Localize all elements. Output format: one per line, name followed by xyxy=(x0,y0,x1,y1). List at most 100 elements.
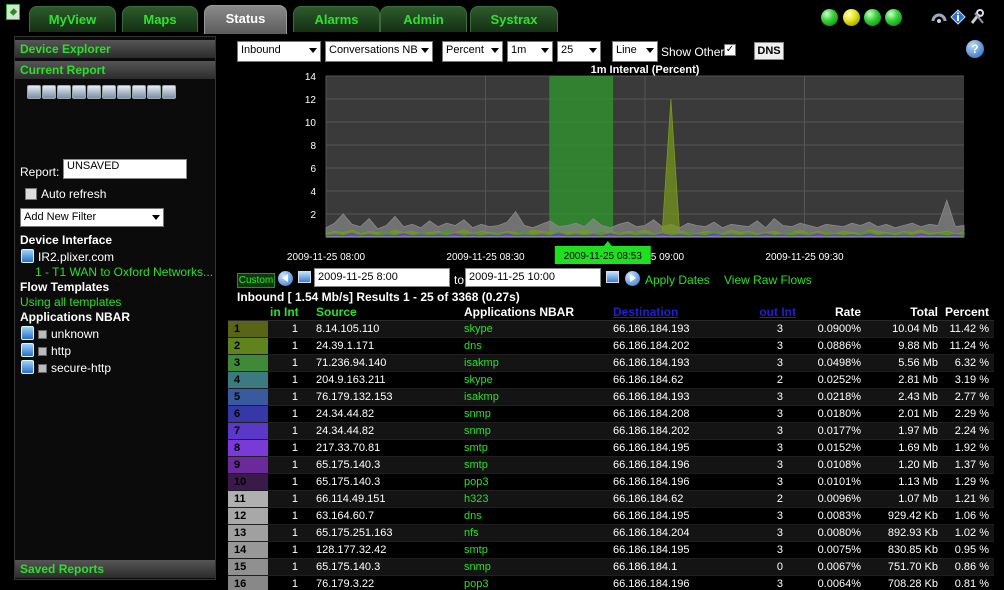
table-row[interactable]: 1 1 8.14.105.110 skype 66.186.184.193 3 0.0900… xyxy=(228,321,994,338)
help-icon[interactable]: ? xyxy=(966,40,984,58)
status-led-4-icon[interactable] xyxy=(885,9,902,26)
next-arrow-icon[interactable] xyxy=(625,271,640,286)
table-row[interactable]: 4 1 204.9.163.211 skype 66.186.184.62 2 0.0252… xyxy=(228,372,994,389)
cell-destination[interactable]: 66.186.184.208 xyxy=(613,406,689,423)
table-row[interactable]: 13 1 65.175.251.163 nfs 66.186.184.204 3 0.008… xyxy=(228,525,994,542)
cell-app[interactable]: nfs xyxy=(464,525,479,542)
table-row[interactable]: 7 1 24.34.44.82 snmp 66.186.184.202 3 0.0177% 1… xyxy=(228,423,994,440)
cell-app[interactable]: pop3 xyxy=(464,576,488,590)
cell-source[interactable]: 63.164.60.7 xyxy=(316,508,374,525)
device-explorer-header[interactable]: Device Explorer xyxy=(15,40,215,58)
tab-status[interactable]: Status xyxy=(204,5,287,34)
auto-refresh-checkbox[interactable] xyxy=(25,188,37,200)
cell-app[interactable]: smtp xyxy=(464,457,488,474)
dns-button[interactable]: DNS xyxy=(754,42,784,60)
table-row[interactable]: 14 1 128.177.32.42 smtp 66.186.184.195 3 0.007… xyxy=(228,542,994,559)
cell-app[interactable]: smtp xyxy=(464,542,488,559)
cell-destination[interactable]: 66.186.184.202 xyxy=(613,338,689,355)
current-report-header[interactable]: Current Report xyxy=(15,61,215,79)
remove-device-icon[interactable] xyxy=(21,249,34,263)
cell-app[interactable]: h323 xyxy=(464,491,488,508)
cell-source[interactable]: 217.33.70.81 xyxy=(316,440,380,457)
table-row[interactable]: 10 1 65.175.140.3 pop3 66.186.184.196 3 0.0101… xyxy=(228,474,994,491)
cell-destination[interactable]: 66.186.184.196 xyxy=(613,474,689,491)
cell-destination[interactable]: 66.186.184.193 xyxy=(613,389,689,406)
cell-destination[interactable]: 66.186.184.195 xyxy=(613,440,689,457)
cell-app[interactable]: isakmp xyxy=(464,389,499,406)
device-name[interactable]: IR2.plixer.com xyxy=(38,250,114,264)
schedule-icon[interactable] xyxy=(72,85,86,99)
table-row[interactable]: 5 1 76.179.132.153 isakmp 66.186.184.193 3 0.0… xyxy=(228,389,994,406)
cell-app[interactable]: dns xyxy=(464,338,482,355)
status-led-1-icon[interactable] xyxy=(821,9,838,26)
interface-link[interactable]: 1 - T1 WAN to Oxford Networks... xyxy=(35,265,213,279)
cell-source[interactable]: 65.175.140.3 xyxy=(316,559,380,576)
cell-source[interactable]: 65.175.140.3 xyxy=(316,474,380,491)
app-secure-http-checkbox[interactable] xyxy=(38,364,47,373)
cell-source[interactable]: 204.9.163.211 xyxy=(316,372,386,389)
table-row[interactable]: 12 1 63.164.60.7 dns 66.186.184.195 3 0.0083% 9… xyxy=(228,508,994,525)
cell-app[interactable]: snmp xyxy=(464,406,491,423)
cell-app[interactable]: snmp xyxy=(464,559,491,576)
prev-arrow-icon[interactable] xyxy=(278,271,293,286)
remove-app-unknown-icon[interactable] xyxy=(21,326,34,340)
cell-source[interactable]: 65.175.140.3 xyxy=(316,457,380,474)
table-row[interactable]: 16 1 76.179.3.22 pop3 66.186.184.196 3 0.0064%… xyxy=(228,576,994,590)
table-row[interactable]: 8 1 217.33.70.81 smtp 66.186.184.195 3 0.0152%… xyxy=(228,440,994,457)
col-source[interactable]: Source xyxy=(316,304,357,321)
cell-destination[interactable]: 66.186.184.204 xyxy=(613,525,689,542)
graph-type-select[interactable]: Line xyxy=(612,41,658,62)
cell-source[interactable]: 128.177.32.42 xyxy=(316,542,386,559)
cell-app[interactable]: skype xyxy=(464,372,493,389)
cell-destination[interactable]: 66.186.184.195 xyxy=(613,508,689,525)
col-percent[interactable]: Percent xyxy=(938,304,989,321)
table-row[interactable]: 2 1 24.39.1.171 dns 66.186.184.202 3 0.0886% 9.… xyxy=(228,338,994,355)
interval-select[interactable]: 1m xyxy=(507,41,553,62)
col-total[interactable]: Total xyxy=(868,304,938,321)
apply-dates-link[interactable]: Apply Dates xyxy=(645,273,710,287)
add-filter-select[interactable]: Add New Filter xyxy=(20,208,164,227)
cell-destination[interactable]: 66.186.184.196 xyxy=(613,576,689,590)
status-led-3-icon[interactable] xyxy=(864,9,881,26)
copy-icon[interactable] xyxy=(162,85,176,99)
table-row[interactable]: 11 1 66.114.49.151 h323 66.186.184.62 2 0.0096… xyxy=(228,491,994,508)
print-icon[interactable] xyxy=(87,85,101,99)
table-row[interactable]: 3 1 71.236.94.140 isakmp 66.186.184.193 3 0.04… xyxy=(228,355,994,372)
info-icon[interactable] xyxy=(950,9,966,25)
cell-destination[interactable]: 66.186.184.193 xyxy=(613,355,689,372)
tab-maps[interactable]: Maps xyxy=(122,6,198,32)
app-http-checkbox[interactable] xyxy=(38,347,47,356)
app-logo-icon[interactable] xyxy=(6,4,20,20)
cell-source[interactable]: 76.179.132.153 xyxy=(316,389,392,406)
cell-app[interactable]: snmp xyxy=(464,423,491,440)
col-rate[interactable]: Rate xyxy=(788,304,861,321)
report-name-input[interactable]: UNSAVED xyxy=(63,159,187,179)
saved-reports-header[interactable]: Saved Reports xyxy=(15,560,215,578)
cell-destination[interactable]: 66.186.184.202 xyxy=(613,423,689,440)
tab-alarms[interactable]: Alarms xyxy=(293,6,380,32)
show-other-checkbox[interactable]: ✓ xyxy=(724,44,736,56)
cell-source[interactable]: 24.34.44.82 xyxy=(316,406,374,423)
tools-icon[interactable] xyxy=(969,9,985,25)
table-row[interactable]: 9 1 65.175.140.3 smtp 66.186.184.196 3 0.0108%… xyxy=(228,457,994,474)
cell-destination[interactable]: 66.186.184.1 xyxy=(613,559,677,576)
status-led-2-icon[interactable] xyxy=(843,9,860,26)
tab-myview[interactable]: MyView xyxy=(29,6,116,32)
calendar-from-icon[interactable] xyxy=(298,271,311,283)
cell-app[interactable]: smtp xyxy=(464,440,488,457)
export-icon[interactable] xyxy=(102,85,116,99)
cell-source[interactable]: 8.14.105.110 xyxy=(316,321,379,338)
email-icon[interactable] xyxy=(117,85,131,99)
cell-destination[interactable]: 66.186.184.193 xyxy=(613,321,689,338)
cell-source[interactable]: 24.39.1.171 xyxy=(316,338,374,355)
tab-admin[interactable]: Admin xyxy=(380,6,467,32)
date-from-input[interactable]: 2009-11-25 8:00 xyxy=(314,268,450,287)
flow-icon[interactable] xyxy=(27,85,41,99)
save-as-icon[interactable] xyxy=(57,85,71,99)
remove-app-http-icon[interactable] xyxy=(21,343,34,357)
tab-systrax[interactable]: Systrax xyxy=(470,6,558,32)
cell-destination[interactable]: 66.186.184.62 xyxy=(613,491,683,508)
unit-select[interactable]: Percent xyxy=(442,41,503,62)
cell-source[interactable]: 76.179.3.22 xyxy=(316,576,374,590)
col-destination[interactable]: Destination xyxy=(613,304,678,321)
